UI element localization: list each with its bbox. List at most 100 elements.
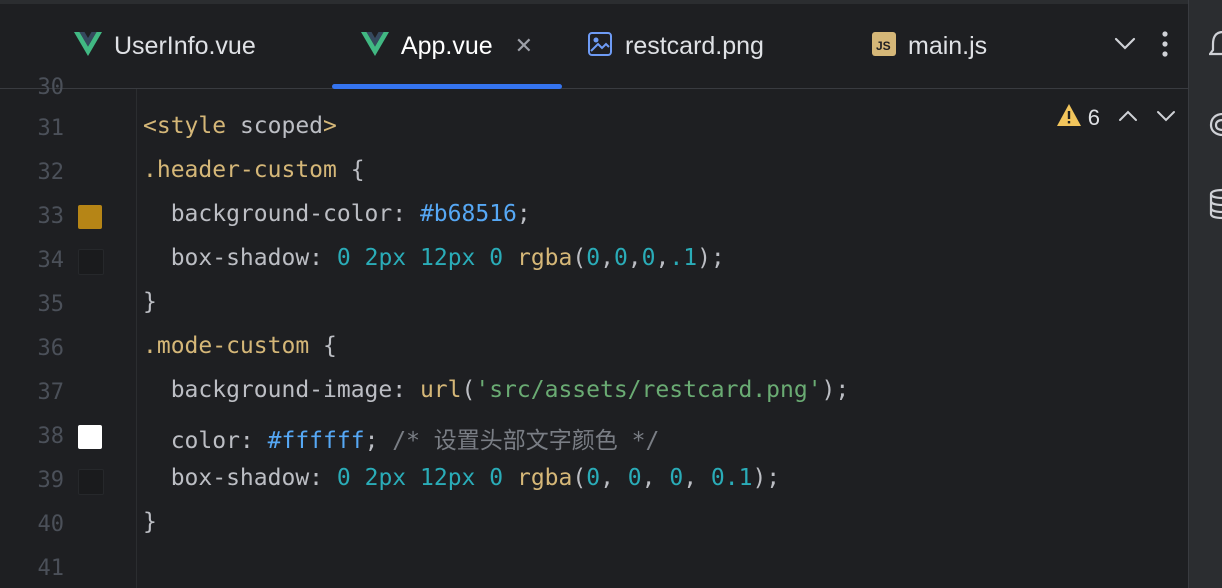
- tab-restcard-png[interactable]: restcard.png: [587, 4, 764, 88]
- number: 0: [489, 465, 504, 491]
- ai-assistant-spiral-icon[interactable]: [1209, 108, 1222, 143]
- tab-main-js[interactable]: JS main.js: [872, 4, 987, 88]
- brace: }: [143, 289, 157, 315]
- selector: .header-custom: [143, 157, 337, 183]
- code-line-39: box-shadow: 0 2px 12px 0 rgba(0, 0, 0, 0…: [143, 465, 780, 491]
- line-number: 40: [37, 512, 65, 537]
- tab-label: UserInfo.vue: [114, 31, 256, 60]
- code-line-36: .mode-custom {: [143, 333, 337, 359]
- number: 0: [586, 465, 601, 491]
- line-number: 32: [37, 160, 65, 185]
- more-options-icon[interactable]: [1162, 30, 1168, 62]
- warning-icon: [1056, 103, 1082, 132]
- line-number: 31: [37, 116, 65, 141]
- comma: ,: [600, 245, 614, 271]
- code-editor[interactable]: <style scoped> .header-custom { backgrou…: [137, 89, 1188, 588]
- code-line-32: .header-custom {: [143, 157, 365, 183]
- line-number-gutter: 30 31 32 33 34 35 36 37 38 39 40 41: [0, 75, 136, 588]
- line-number: 35: [37, 292, 65, 317]
- comma: ,: [683, 465, 711, 491]
- inspection-widget[interactable]: 6: [1056, 103, 1176, 132]
- line-number: 34: [37, 248, 65, 273]
- comment: /* 设置头部文字颜色 */: [378, 428, 660, 454]
- brace: {: [336, 157, 365, 183]
- function: url: [419, 377, 462, 403]
- editor-pane: UserInfo.vue App.vue ✕ restcard.png JS m…: [0, 4, 1188, 588]
- hex-value: #ffffff: [267, 428, 365, 454]
- number: 12px: [420, 245, 476, 271]
- line-number: 39: [37, 468, 65, 493]
- paren: (: [572, 245, 587, 271]
- semicolon: ;: [364, 428, 379, 454]
- code-line-34: box-shadow: 0 2px 12px 0 rgba(0,0,0,.1);: [143, 245, 725, 271]
- tab-label: restcard.png: [625, 31, 764, 60]
- property: box-shadow:: [143, 245, 337, 271]
- image-file-icon: [587, 31, 613, 62]
- tag-open: <style: [143, 113, 227, 139]
- line-number: 38: [37, 424, 65, 449]
- color-swatch-shadow[interactable]: [78, 249, 104, 275]
- comma: ,: [600, 465, 628, 491]
- comma: ,: [627, 245, 642, 271]
- paren: (: [461, 377, 476, 403]
- database-icon[interactable]: [1209, 186, 1222, 225]
- chevron-up-icon[interactable]: [1118, 109, 1138, 127]
- js-file-icon: JS: [872, 31, 896, 61]
- number: 0: [586, 245, 601, 271]
- close-tab-icon[interactable]: ✕: [515, 33, 533, 59]
- attr: scoped: [226, 113, 324, 139]
- code-line-35: }: [143, 289, 157, 315]
- number: 0: [613, 245, 628, 271]
- code-line-38: color: #ffffff; /* 设置头部文字颜色 */: [143, 421, 660, 455]
- tab-label: main.js: [908, 31, 988, 60]
- chevron-down-icon[interactable]: [1156, 109, 1176, 127]
- comma: ,: [641, 465, 670, 491]
- code-line-37: background-image: url('src/assets/restca…: [143, 377, 850, 403]
- number: 12px: [420, 465, 476, 491]
- right-tool-window-bar: [1188, 0, 1222, 588]
- semicolon: ;: [516, 201, 531, 227]
- warning-count: 6: [1087, 104, 1100, 130]
- js-badge-text: JS: [876, 39, 891, 53]
- line-number: 36: [37, 336, 65, 361]
- number: 2px: [364, 465, 407, 491]
- end: );: [697, 245, 725, 271]
- code-line-31: <style scoped>: [143, 113, 337, 139]
- line-number-partial: 30: [37, 75, 65, 100]
- number: 2px: [364, 245, 407, 271]
- notifications-bell-icon[interactable]: [1207, 28, 1222, 63]
- function: rgba: [516, 465, 573, 491]
- end: );: [821, 377, 850, 403]
- number: 0: [489, 245, 504, 271]
- number: .1: [669, 245, 698, 271]
- property: background-image:: [143, 377, 420, 403]
- property: background-color:: [143, 201, 420, 227]
- code-line-40: }: [143, 509, 157, 535]
- hex-value: #b68516: [419, 201, 517, 227]
- color-swatch-ffffff[interactable]: [78, 425, 102, 449]
- number: 0.1: [710, 465, 753, 491]
- property: box-shadow:: [143, 465, 337, 491]
- line-number: 33: [37, 204, 65, 229]
- string: 'src/assets/restcard.png': [475, 377, 822, 403]
- vue-icon: [360, 31, 389, 61]
- color-swatch-b68516[interactable]: [78, 205, 102, 229]
- editor-tab-bar: UserInfo.vue App.vue ✕ restcard.png JS m…: [0, 4, 1188, 89]
- tab-userinfo-vue[interactable]: UserInfo.vue: [74, 4, 256, 88]
- property: color:: [143, 428, 268, 454]
- comma: ,: [655, 245, 670, 271]
- tab-app-vue[interactable]: App.vue ✕: [332, 4, 562, 89]
- line-number: 41: [37, 556, 65, 581]
- chevron-down-icon[interactable]: [1114, 37, 1136, 56]
- paren: (: [572, 465, 587, 491]
- tab-tools: [1114, 4, 1168, 88]
- vue-icon: [74, 31, 102, 61]
- color-swatch-shadow[interactable]: [78, 469, 104, 495]
- number: 0: [627, 465, 642, 491]
- number: 0: [641, 245, 656, 271]
- end: );: [752, 465, 781, 491]
- tag-close: >: [323, 113, 337, 139]
- selector: .mode-custom: [143, 333, 310, 359]
- warnings-counter[interactable]: 6: [1056, 103, 1100, 132]
- line-number: 37: [37, 380, 65, 405]
